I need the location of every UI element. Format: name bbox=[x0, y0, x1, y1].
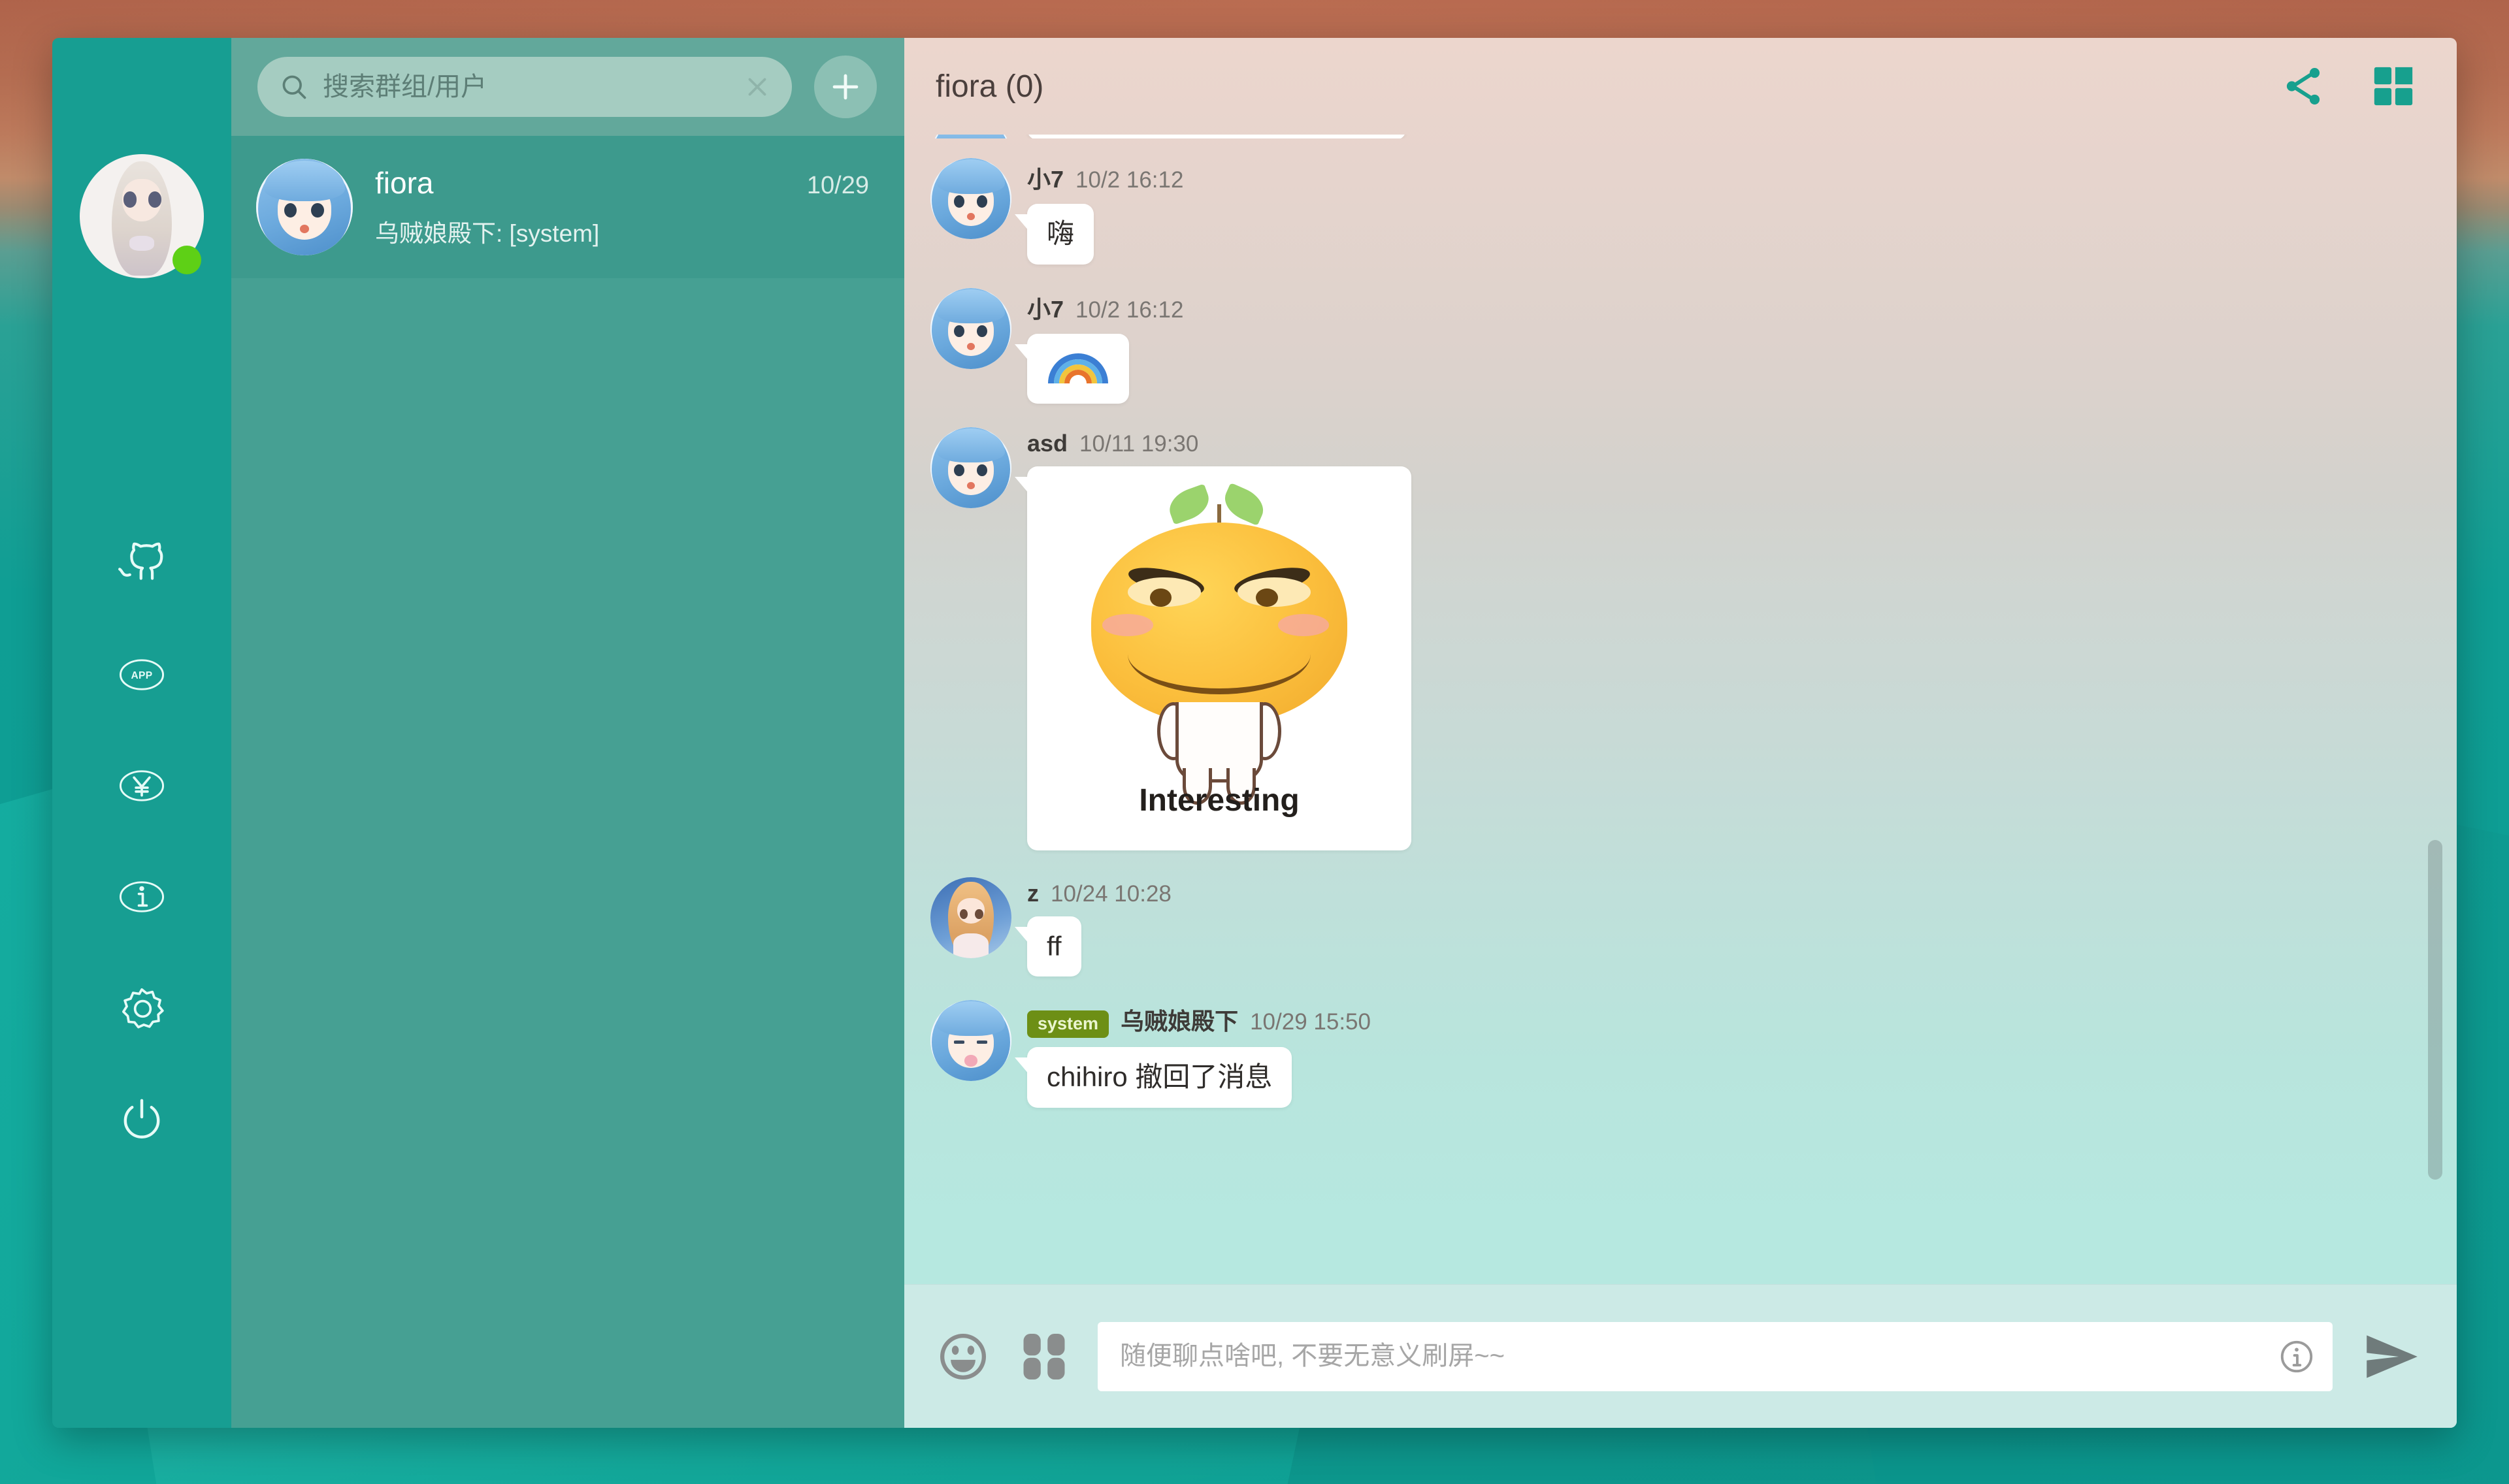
search-bar bbox=[231, 38, 904, 136]
rail-icon-list: APP bbox=[118, 540, 166, 1143]
message-meta: system 乌贼娘殿下 10/29 15:50 bbox=[1027, 1003, 2404, 1038]
message-body: 小7 10/2 16:12 bbox=[1015, 288, 2404, 404]
message-input[interactable] bbox=[1120, 1342, 2265, 1371]
chat-app-window: APP 搜索群组/用户 fiora 10/29 乌贼娘殿下: [system] … bbox=[52, 38, 2457, 1428]
list-item-name: fiora bbox=[375, 166, 434, 200]
reward-icon[interactable] bbox=[118, 762, 166, 810]
header-actions bbox=[2280, 63, 2416, 109]
message-bubble[interactable]: 嗨 bbox=[1014, 204, 1094, 265]
message-time: 10/2 16:12 bbox=[1075, 297, 1184, 323]
message-body: asd 10/11 19:30 Interesting bbox=[1015, 427, 2404, 854]
search-box[interactable] bbox=[257, 57, 792, 117]
avatar-image bbox=[256, 159, 353, 255]
search-icon bbox=[280, 73, 308, 101]
avatar-eye-right bbox=[148, 191, 162, 208]
message-time: 10/11 19:30 bbox=[1079, 430, 1199, 457]
status-badge: system bbox=[1027, 1010, 1109, 1038]
list-item-time: 10/29 bbox=[806, 172, 869, 199]
message-text: ff bbox=[1047, 930, 1062, 961]
message-list[interactable]: 小7 10/2 16:12 嗨 小7 10/2 16:12 asd 10/11 … bbox=[904, 135, 2457, 1284]
message-meta: 小7 10/2 16:12 bbox=[1027, 291, 2404, 325]
message-author: 小7 bbox=[1027, 166, 1064, 193]
list-item-body: fiora 10/29 乌贼娘殿下: [system] bbox=[375, 165, 869, 249]
message-body: system 乌贼娘殿下 10/29 15:50 chihiro 撤回了消息 bbox=[1014, 1000, 2404, 1108]
message-text: 嗨 bbox=[1047, 218, 1075, 249]
settings-icon[interactable] bbox=[118, 984, 166, 1032]
message-body: z 10/24 10:28 ff bbox=[1015, 877, 2404, 976]
list-item-header: fiora 10/29 bbox=[375, 165, 869, 201]
avatar-image bbox=[930, 135, 1011, 138]
message-author: 小7 bbox=[1027, 295, 1064, 323]
avatar-image bbox=[930, 158, 1011, 239]
message-sticker-bubble[interactable]: Interesting bbox=[1015, 466, 1411, 850]
avatar bbox=[930, 158, 1011, 239]
message-item: 小7 10/2 16:12 嗨 bbox=[930, 158, 2404, 265]
message-bubble[interactable]: ff bbox=[1015, 916, 1081, 976]
logout-icon[interactable] bbox=[118, 1095, 166, 1143]
left-icon-rail: APP bbox=[52, 38, 231, 1428]
avatar bbox=[930, 135, 1011, 138]
message-partial bbox=[930, 135, 2404, 138]
avatar-bow bbox=[129, 236, 154, 251]
composer bbox=[904, 1284, 2457, 1428]
avatar bbox=[930, 877, 1011, 958]
add-button[interactable] bbox=[814, 56, 877, 118]
share-icon[interactable] bbox=[2280, 63, 2326, 109]
message-time: 10/24 10:28 bbox=[1051, 880, 1172, 907]
message-time: 10/29 15:50 bbox=[1250, 1009, 1371, 1035]
message-item: system 乌贼娘殿下 10/29 15:50 chihiro 撤回了消息 bbox=[930, 1000, 2404, 1108]
message-body bbox=[1027, 135, 2404, 138]
search-input[interactable] bbox=[323, 72, 728, 102]
sticker-image: Interesting bbox=[1036, 475, 1402, 841]
message-text: chihiro 撤回了消息 bbox=[1047, 1061, 1273, 1092]
message-input-wrap[interactable] bbox=[1098, 1321, 2333, 1391]
close-icon[interactable] bbox=[742, 72, 772, 102]
message-bubble[interactable] bbox=[1015, 333, 1129, 404]
message-meta: asd 10/11 19:30 bbox=[1027, 430, 2404, 457]
message-bubble[interactable]: chihiro 撤回了消息 bbox=[1014, 1047, 1292, 1108]
avatar bbox=[930, 427, 1011, 508]
message-author: 乌贼娘殿下 bbox=[1121, 1008, 1239, 1035]
app-icon-label: APP bbox=[131, 670, 152, 681]
message-meta: 小7 10/2 16:12 bbox=[1027, 161, 2404, 195]
github-icon[interactable] bbox=[118, 540, 166, 588]
scrollbar[interactable] bbox=[2428, 840, 2442, 1180]
info-icon[interactable] bbox=[2278, 1338, 2316, 1376]
avatar-image bbox=[930, 877, 1011, 958]
message-item: z 10/24 10:28 ff bbox=[930, 877, 2404, 976]
message-author: asd bbox=[1027, 429, 1068, 457]
avatar bbox=[930, 1000, 1011, 1081]
avatar-image bbox=[930, 287, 1011, 369]
message-time: 10/2 16:12 bbox=[1075, 167, 1184, 193]
info-icon[interactable] bbox=[118, 873, 166, 921]
emoji-icon[interactable] bbox=[936, 1329, 991, 1384]
message-bubble[interactable] bbox=[1027, 135, 1406, 138]
list-item-preview: 乌贼娘殿下: [system] bbox=[375, 220, 600, 247]
message-item: asd 10/11 19:30 Interesting bbox=[930, 427, 2404, 854]
message-author: z bbox=[1027, 879, 1039, 907]
grid-icon[interactable] bbox=[1017, 1329, 1072, 1384]
message-meta: z 10/24 10:28 bbox=[1027, 880, 2404, 907]
status-badge bbox=[172, 246, 201, 274]
user-avatar[interactable] bbox=[80, 154, 204, 278]
message-body: 小7 10/2 16:12 嗨 bbox=[1014, 158, 2404, 265]
chat-header: fiora (0) bbox=[904, 38, 2457, 135]
avatar bbox=[256, 159, 353, 255]
page-title: fiora (0) bbox=[936, 69, 1044, 104]
chat-list-panel: fiora 10/29 乌贼娘殿下: [system] bbox=[231, 38, 904, 1428]
avatar-image bbox=[930, 1000, 1011, 1081]
app-icon[interactable]: APP bbox=[118, 651, 166, 699]
sticker-caption: Interesting bbox=[1139, 782, 1300, 818]
list-item[interactable]: fiora 10/29 乌贼娘殿下: [system] bbox=[231, 136, 904, 278]
avatar bbox=[930, 287, 1011, 369]
message-item: 小7 10/2 16:12 bbox=[930, 287, 2404, 404]
send-button[interactable] bbox=[2359, 1325, 2423, 1389]
avatar-eye-left bbox=[123, 191, 137, 208]
chat-list: fiora 10/29 乌贼娘殿下: [system] bbox=[231, 136, 904, 1428]
avatar-image bbox=[930, 427, 1011, 508]
rainbow-icon bbox=[1048, 351, 1108, 383]
chat-panel: fiora (0) 小7 10/2 16:12 嗨 小7 10/2 16:12 … bbox=[904, 38, 2457, 1428]
grid-icon[interactable] bbox=[2370, 63, 2416, 109]
